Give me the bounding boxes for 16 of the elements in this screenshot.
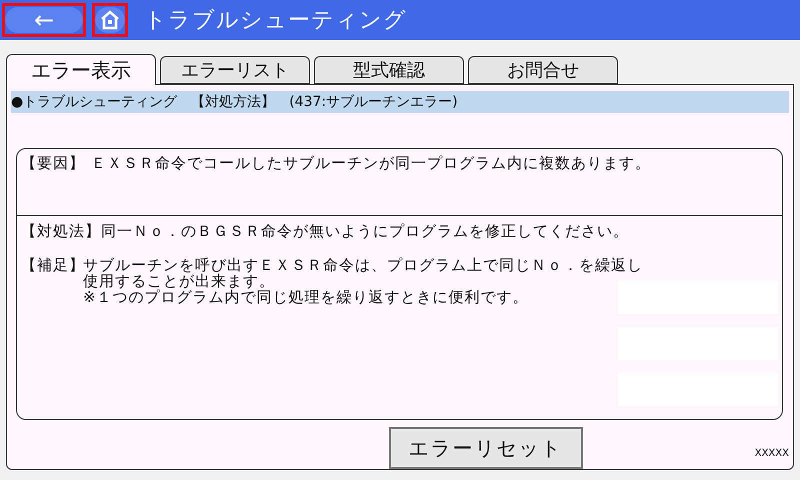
cause-text: 【要因】 ＥＸＳＲ命令でコールしたサブルーチンが同一プログラム内に複数あります。 (21, 154, 651, 172)
supplement-text: 使用することが出来ます。 (83, 272, 276, 289)
home-icon (99, 9, 121, 31)
remedy-text: 【対処法】同一Ｎｏ．のＢＧＳＲ命令が無いようにプログラムを修正してください。 (21, 222, 630, 241)
tab[interactable]: お問合せ (468, 56, 618, 84)
section-title: ●トラブルシューティング 【対処方法】 (437:サブルーチンエラー) (11, 91, 789, 113)
error-reset-button[interactable]: エラーリセット (388, 427, 583, 469)
tab[interactable]: エラー表示 (6, 54, 156, 85)
supplement-text: サブルーチンを呼び出すＥＸＳＲ命令は、プログラム上で同じＮｏ．を繰返し (83, 256, 644, 273)
window-title: トラブルシューティング (144, 7, 407, 35)
footer-code: XXXXX (754, 448, 789, 459)
back-button[interactable]: ← (5, 7, 83, 33)
tab[interactable]: 型式確認 (314, 56, 464, 84)
supplement-label: 【補足】 (21, 256, 83, 274)
tab[interactable]: エラーリスト (160, 56, 310, 84)
supplement-text: ※１つのプログラム内で同じ処理を繰り返すときに便利です。 (83, 288, 530, 305)
